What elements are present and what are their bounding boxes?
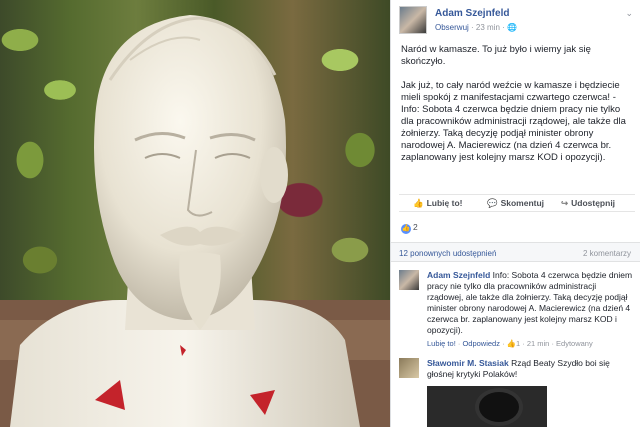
likes-summary[interactable]: 👍 2 [401,222,418,234]
chevron-down-icon[interactable]: ⌄ [625,8,633,19]
post-paragraph-1: Naród w kamasze. To już było i wiemy jak… [401,44,591,67]
thumbs-up-icon: 👍 [413,198,424,208]
comments-count[interactable]: 2 komentarzy [583,249,631,258]
comment-avatar[interactable] [399,270,419,290]
post-actions: 👍 Lubię to! 💬 Skomentuj ↪ Udostępnij [399,194,635,212]
shares-link[interactable]: 12 ponownych udostępnień [399,249,496,258]
post-author[interactable]: Adam Szejnfeld [435,8,509,19]
comment-like-link[interactable]: Lubię to! [427,339,456,348]
comment-likes: 1 [516,339,521,348]
comment-item: Sławomir M. Stasiak Rząd Beaty Szydło bo… [399,358,637,384]
post-meta: Obserwuj · 23 min · 🌐 [435,23,517,32]
comment-button[interactable]: 💬 Skomentuj [487,198,544,209]
share-button[interactable]: ↪ Udostępnij [561,198,615,209]
comment-item: Adam Szejnfeld Info: Sobota 4 czerwca bę… [399,270,637,360]
post-header: Adam Szejnfeld Obserwuj · 23 min · 🌐 ⌄ [399,6,635,40]
comment-footer: Lubię to! · Odpowiedz · 👍1 · 21 min · Ed… [427,339,593,348]
share-arrow-icon: ↪ [561,198,569,208]
comment-avatar[interactable] [399,358,419,378]
post-paragraph-2: Jak już, to cały naród weźcie w kamasze … [401,80,626,163]
comment-edited[interactable]: Edytowany [556,339,593,348]
comment-author[interactable]: Sławomir M. Stasiak [427,358,509,368]
likes-count: 2 [413,222,418,232]
post-time: · 23 min · [468,23,508,32]
comment-body: Adam Szejnfeld Info: Sobota 4 czerwca bę… [427,270,633,349]
follow-link[interactable]: Obserwuj [435,23,469,32]
bust-photo [0,0,390,427]
comment-reply-link[interactable]: Odpowiedz [462,339,500,348]
comment-time[interactable]: 21 min [527,339,550,348]
speech-bubble-icon: 💬 [487,198,498,208]
comment-like-icon: 👍 [506,339,516,348]
comment-author[interactable]: Adam Szejnfeld [427,270,490,280]
shares-row: 12 ponownych udostępnień 2 komentarzy [391,242,640,262]
comment-image[interactable] [427,386,547,427]
globe-icon: 🌐 [507,23,517,32]
comment-body: Sławomir M. Stasiak Rząd Beaty Szydło bo… [427,358,633,380]
author-avatar[interactable] [399,6,427,34]
post-text: Naród w kamasze. To już było i wiemy jak… [401,44,635,176]
like-badge-icon: 👍 [401,224,411,234]
bust-image [10,15,360,427]
facebook-post-panel: Adam Szejnfeld Obserwuj · 23 min · 🌐 ⌄ N… [390,0,640,427]
like-button[interactable]: 👍 Lubię to! [413,198,462,209]
